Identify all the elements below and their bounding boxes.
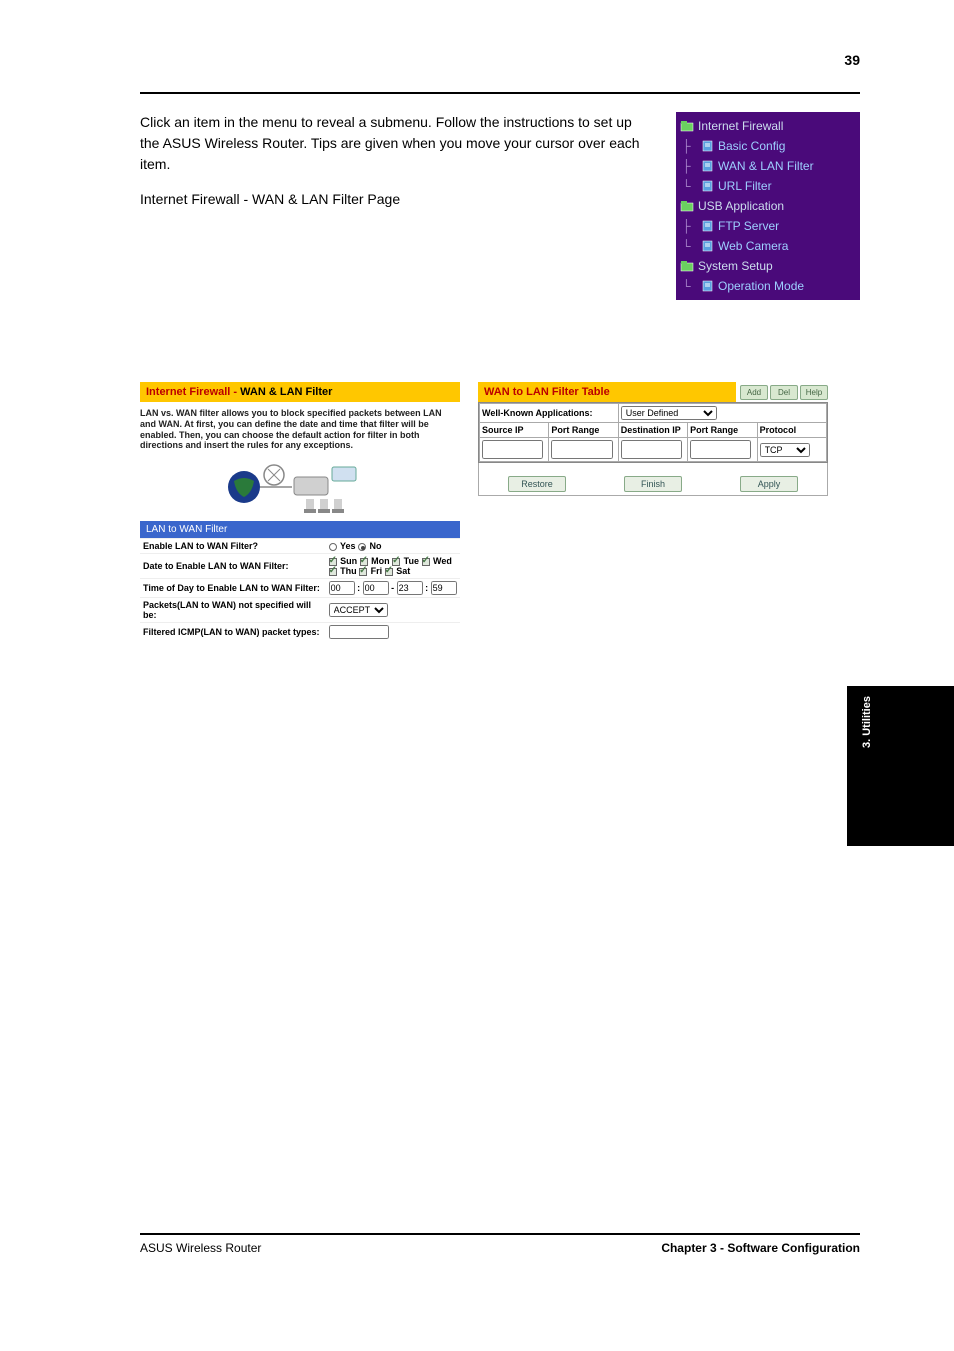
day-sun: Sun [340, 556, 357, 566]
folder-icon [680, 120, 694, 132]
dst-ip-input[interactable] [621, 440, 682, 459]
chk-fri[interactable] [359, 568, 367, 576]
col-source-ip: Source IP [480, 423, 549, 438]
nav-label: Basic Config [718, 139, 785, 153]
side-tab-label: 3. Utilities [861, 696, 873, 748]
chk-thu[interactable] [329, 568, 337, 576]
time-h2[interactable] [397, 581, 423, 595]
nav-basic-config[interactable]: ├ Basic Config [676, 136, 860, 156]
page-icon [702, 180, 714, 192]
time-m1[interactable] [363, 581, 389, 595]
nav-label: WAN & LAN Filter [718, 159, 814, 173]
row-packets-label: Packets(LAN to WAN) not specified will b… [140, 598, 326, 623]
opt-no: No [370, 541, 382, 551]
folder-icon [680, 200, 694, 212]
nav-internet-firewall[interactable]: Internet Firewall [676, 116, 860, 136]
time-h1[interactable] [329, 581, 355, 595]
nav-operation-mode[interactable]: └ Operation Mode [676, 276, 860, 296]
network-diagram [140, 457, 460, 517]
tree-line-icon: ├ [680, 219, 702, 233]
tree-line-icon: ├ [680, 159, 702, 173]
chk-sat[interactable] [385, 568, 393, 576]
row-icmp-label: Filtered ICMP(LAN to WAN) packet types: [140, 623, 326, 642]
dst-port-input[interactable] [690, 440, 751, 459]
icmp-input[interactable] [329, 625, 389, 639]
nav-label: URL Filter [718, 179, 772, 193]
intro-paragraph-2: Internet Firewall - WAN & LAN Filter Pag… [140, 189, 646, 210]
day-fri: Fri [371, 566, 383, 576]
header-red: Internet Firewall - [146, 386, 240, 398]
nav-usb-application[interactable]: USB Application [676, 196, 860, 216]
page-number: 39 [844, 52, 860, 68]
tree-line-icon: ├ [680, 139, 702, 153]
nav-panel: Internet Firewall ├ Basic Config ├ WAN &… [676, 112, 860, 300]
right-panel: WAN to LAN Filter Table Add Del Help Wel… [478, 382, 828, 641]
opt-yes: Yes [340, 541, 356, 551]
col-port-range-2: Port Range [688, 423, 757, 438]
page-icon [702, 160, 714, 172]
page-icon [702, 280, 714, 292]
nav-label: USB Application [698, 199, 784, 213]
restore-button[interactable]: Restore [508, 476, 566, 492]
time-m2[interactable] [431, 581, 457, 595]
finish-button[interactable]: Finish [624, 476, 682, 492]
nav-url-filter[interactable]: └ URL Filter [676, 176, 860, 196]
wellknown-select[interactable]: User Defined [621, 406, 717, 420]
chk-wed[interactable] [422, 558, 430, 566]
page-icon [702, 140, 714, 152]
row-date-label: Date to Enable LAN to WAN Filter: [140, 554, 326, 579]
footer-right: Chapter 3 - Software Configuration [661, 1241, 860, 1255]
help-button[interactable]: Help [800, 385, 828, 400]
day-wed: Wed [433, 556, 452, 566]
nav-ftp-server[interactable]: ├ FTP Server [676, 216, 860, 236]
right-panel-header: WAN to LAN Filter Table [478, 382, 736, 402]
nav-label: Internet Firewall [698, 119, 783, 133]
day-sat: Sat [396, 566, 410, 576]
apply-button[interactable]: Apply [740, 476, 798, 492]
add-button[interactable]: Add [740, 385, 768, 400]
header-black: WAN & LAN Filter [240, 386, 332, 398]
chk-tue[interactable] [392, 558, 400, 566]
row-time-label: Time of Day to Enable LAN to WAN Filter: [140, 579, 326, 598]
day-tue: Tue [404, 556, 419, 566]
footer-rule [140, 1233, 860, 1235]
tree-line-icon: └ [680, 279, 702, 293]
packets-select[interactable]: ACCEPT [329, 603, 388, 617]
nav-label: FTP Server [718, 219, 779, 233]
nav-web-camera[interactable]: └ Web Camera [676, 236, 860, 256]
nav-label: Operation Mode [718, 279, 804, 293]
radio-no[interactable] [358, 543, 366, 551]
intro-paragraph-1: Click an item in the menu to reveal a su… [140, 112, 646, 175]
section-header: LAN to WAN Filter [140, 521, 460, 538]
side-tab: 3. Utilities [847, 686, 954, 846]
col-port-range-1: Port Range [549, 423, 618, 438]
del-button[interactable]: Del [770, 385, 798, 400]
nav-label: Web Camera [718, 239, 788, 253]
panel-description: LAN vs. WAN filter allows you to block s… [140, 408, 460, 451]
tree-line-icon: └ [680, 179, 702, 193]
folder-icon [680, 260, 694, 272]
page-icon [702, 220, 714, 232]
radio-yes[interactable] [329, 543, 337, 551]
top-rule [140, 92, 860, 94]
col-protocol: Protocol [757, 423, 826, 438]
row-enable-label: Enable LAN to WAN Filter? [140, 539, 326, 554]
left-panel: Internet Firewall - WAN & LAN Filter LAN… [140, 382, 460, 641]
footer-left: ASUS Wireless Router [140, 1241, 261, 1255]
nav-label: System Setup [698, 259, 773, 273]
col-dest-ip: Destination IP [618, 423, 687, 438]
nav-system-setup[interactable]: System Setup [676, 256, 860, 276]
day-thu: Thu [340, 566, 357, 576]
src-port-input[interactable] [551, 440, 612, 459]
page-icon [702, 240, 714, 252]
protocol-select[interactable]: TCP [760, 443, 810, 457]
src-ip-input[interactable] [482, 440, 543, 459]
tree-line-icon: └ [680, 239, 702, 253]
wellknown-label: Well-Known Applications: [480, 404, 619, 423]
left-panel-header: Internet Firewall - WAN & LAN Filter [140, 382, 460, 402]
nav-wan-lan-filter[interactable]: ├ WAN & LAN Filter [676, 156, 860, 176]
